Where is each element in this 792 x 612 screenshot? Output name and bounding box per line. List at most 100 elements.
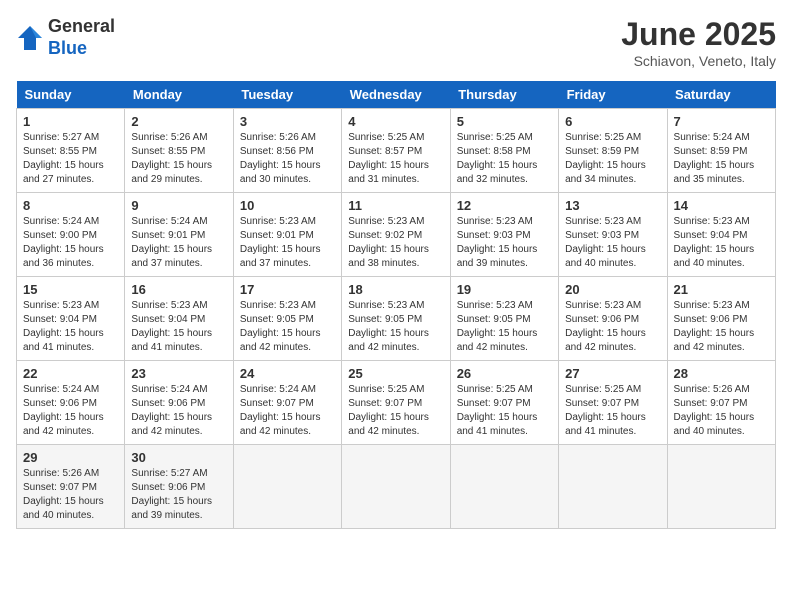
day-number: 28 bbox=[674, 366, 769, 381]
header-saturday: Saturday bbox=[667, 81, 775, 109]
day-info: Sunrise: 5:25 AMSunset: 9:07 PMDaylight:… bbox=[565, 383, 660, 439]
table-row: 24 Sunrise: 5:24 AMSunset: 9:07 PMDayligh… bbox=[233, 361, 341, 445]
table-row: 10 Sunrise: 5:23 AMSunset: 9:01 PMDayligh… bbox=[233, 193, 341, 277]
header-friday: Friday bbox=[559, 81, 667, 109]
day-number: 9 bbox=[131, 198, 226, 213]
table-row: 6 Sunrise: 5:25 AMSunset: 8:59 PMDaylight… bbox=[559, 109, 667, 193]
day-number: 22 bbox=[23, 366, 118, 381]
day-info: Sunrise: 5:24 AMSunset: 9:07 PMDaylight:… bbox=[240, 383, 335, 439]
day-info: Sunrise: 5:23 AMSunset: 9:03 PMDaylight:… bbox=[457, 215, 552, 271]
day-info: Sunrise: 5:23 AMSunset: 9:03 PMDaylight:… bbox=[565, 215, 660, 271]
calendar-week-row: 1 Sunrise: 5:27 AMSunset: 8:55 PMDaylight… bbox=[17, 109, 776, 193]
day-info: Sunrise: 5:23 AMSunset: 9:05 PMDaylight:… bbox=[348, 299, 443, 355]
logo: General Blue bbox=[16, 16, 115, 59]
day-info: Sunrise: 5:23 AMSunset: 9:02 PMDaylight:… bbox=[348, 215, 443, 271]
page-header: General Blue June 2025 Schiavon, Veneto,… bbox=[16, 16, 776, 69]
table-row: 27 Sunrise: 5:25 AMSunset: 9:07 PMDayligh… bbox=[559, 361, 667, 445]
day-number: 2 bbox=[131, 114, 226, 129]
header-monday: Monday bbox=[125, 81, 233, 109]
day-number: 14 bbox=[674, 198, 769, 213]
day-info: Sunrise: 5:26 AMSunset: 8:56 PMDaylight:… bbox=[240, 131, 335, 187]
table-row: 21 Sunrise: 5:23 AMSunset: 9:06 PMDayligh… bbox=[667, 277, 775, 361]
table-row bbox=[667, 445, 775, 529]
table-row bbox=[342, 445, 450, 529]
table-row: 5Sunrise: 5:25 AMSunset: 8:58 PMDaylight… bbox=[450, 109, 558, 193]
header-sunday: Sunday bbox=[17, 81, 125, 109]
calendar-title: June 2025 bbox=[621, 16, 776, 53]
header-tuesday: Tuesday bbox=[233, 81, 341, 109]
day-number: 3 bbox=[240, 114, 335, 129]
day-info: Sunrise: 5:27 AMSunset: 8:55 PMDaylight:… bbox=[23, 131, 118, 187]
day-info: Sunrise: 5:25 AMSunset: 8:57 PMDaylight:… bbox=[348, 131, 443, 187]
day-info: Sunrise: 5:23 AMSunset: 9:04 PMDaylight:… bbox=[23, 299, 118, 355]
table-row: 17Sunrise: 5:23 AMSunset: 9:05 PMDayligh… bbox=[233, 277, 341, 361]
header-thursday: Thursday bbox=[450, 81, 558, 109]
title-block: June 2025 Schiavon, Veneto, Italy bbox=[621, 16, 776, 69]
calendar-week-row: 29 Sunrise: 5:26 AMSunset: 9:07 PMDayligh… bbox=[17, 445, 776, 529]
table-row: 22 Sunrise: 5:24 AMSunset: 9:06 PMDayligh… bbox=[17, 361, 125, 445]
day-number: 26 bbox=[457, 366, 552, 381]
day-info: Sunrise: 5:23 AMSunset: 9:06 PMDaylight:… bbox=[565, 299, 660, 355]
day-info: Sunrise: 5:25 AMSunset: 8:59 PMDaylight:… bbox=[565, 131, 660, 187]
day-info: Sunrise: 5:25 AMSunset: 9:07 PMDaylight:… bbox=[348, 383, 443, 439]
table-row bbox=[233, 445, 341, 529]
table-row: 15 Sunrise: 5:23 AMSunset: 9:04 PMDayligh… bbox=[17, 277, 125, 361]
day-number: 1 bbox=[23, 114, 118, 129]
table-row: 25 Sunrise: 5:25 AMSunset: 9:07 PMDayligh… bbox=[342, 361, 450, 445]
day-number: 27 bbox=[565, 366, 660, 381]
day-number: 24 bbox=[240, 366, 335, 381]
table-row: 23 Sunrise: 5:24 AMSunset: 9:06 PMDayligh… bbox=[125, 361, 233, 445]
day-number: 11 bbox=[348, 198, 443, 213]
header-wednesday: Wednesday bbox=[342, 81, 450, 109]
table-row: 8Sunrise: 5:24 AMSunset: 9:00 PMDaylight… bbox=[17, 193, 125, 277]
day-number: 19 bbox=[457, 282, 552, 297]
table-row bbox=[450, 445, 558, 529]
day-number: 20 bbox=[565, 282, 660, 297]
calendar-week-row: 15 Sunrise: 5:23 AMSunset: 9:04 PMDayligh… bbox=[17, 277, 776, 361]
day-number: 30 bbox=[131, 450, 226, 465]
table-row: 4 Sunrise: 5:25 AMSunset: 8:57 PMDaylight… bbox=[342, 109, 450, 193]
day-number: 18 bbox=[348, 282, 443, 297]
table-row: 9Sunrise: 5:24 AMSunset: 9:01 PMDaylight… bbox=[125, 193, 233, 277]
calendar-week-row: 22 Sunrise: 5:24 AMSunset: 9:06 PMDayligh… bbox=[17, 361, 776, 445]
day-info: Sunrise: 5:26 AMSunset: 9:07 PMDaylight:… bbox=[23, 467, 118, 523]
table-row: 18 Sunrise: 5:23 AMSunset: 9:05 PMDayligh… bbox=[342, 277, 450, 361]
day-number: 4 bbox=[348, 114, 443, 129]
day-info: Sunrise: 5:25 AMSunset: 8:58 PMDaylight:… bbox=[457, 131, 552, 187]
day-number: 25 bbox=[348, 366, 443, 381]
day-info: Sunrise: 5:24 AMSunset: 9:06 PMDaylight:… bbox=[23, 383, 118, 439]
day-info: Sunrise: 5:24 AMSunset: 8:59 PMDaylight:… bbox=[674, 131, 769, 187]
day-info: Sunrise: 5:23 AMSunset: 9:06 PMDaylight:… bbox=[674, 299, 769, 355]
table-row: 3 Sunrise: 5:26 AMSunset: 8:56 PMDaylight… bbox=[233, 109, 341, 193]
day-info: Sunrise: 5:23 AMSunset: 9:05 PMDaylight:… bbox=[457, 299, 552, 355]
table-row: 28 Sunrise: 5:26 AMSunset: 9:07 PMDayligh… bbox=[667, 361, 775, 445]
day-info: Sunrise: 5:25 AMSunset: 9:07 PMDaylight:… bbox=[457, 383, 552, 439]
day-number: 15 bbox=[23, 282, 118, 297]
logo-blue-text: Blue bbox=[48, 38, 115, 60]
day-number: 6 bbox=[565, 114, 660, 129]
day-info: Sunrise: 5:27 AMSunset: 9:06 PMDaylight:… bbox=[131, 467, 226, 523]
table-row: 20 Sunrise: 5:23 AMSunset: 9:06 PMDayligh… bbox=[559, 277, 667, 361]
table-row: 30 Sunrise: 5:27 AMSunset: 9:06 PMDayligh… bbox=[125, 445, 233, 529]
day-info: Sunrise: 5:23 AMSunset: 9:04 PMDaylight:… bbox=[674, 215, 769, 271]
table-row: 11 Sunrise: 5:23 AMSunset: 9:02 PMDayligh… bbox=[342, 193, 450, 277]
table-row bbox=[559, 445, 667, 529]
day-number: 8 bbox=[23, 198, 118, 213]
day-number: 12 bbox=[457, 198, 552, 213]
day-info: Sunrise: 5:26 AMSunset: 9:07 PMDaylight:… bbox=[674, 383, 769, 439]
day-number: 13 bbox=[565, 198, 660, 213]
day-number: 21 bbox=[674, 282, 769, 297]
day-number: 10 bbox=[240, 198, 335, 213]
day-number: 16 bbox=[131, 282, 226, 297]
day-number: 23 bbox=[131, 366, 226, 381]
day-info: Sunrise: 5:24 AMSunset: 9:06 PMDaylight:… bbox=[131, 383, 226, 439]
table-row: 19 Sunrise: 5:23 AMSunset: 9:05 PMDayligh… bbox=[450, 277, 558, 361]
day-info: Sunrise: 5:23 AMSunset: 9:05 PMDaylight:… bbox=[240, 299, 335, 355]
day-info: Sunrise: 5:26 AMSunset: 8:55 PMDaylight:… bbox=[131, 131, 226, 187]
table-row: 14 Sunrise: 5:23 AMSunset: 9:04 PMDayligh… bbox=[667, 193, 775, 277]
logo-general-text: General bbox=[48, 16, 115, 38]
calendar-header-row: Sunday Monday Tuesday Wednesday Thursday… bbox=[17, 81, 776, 109]
day-number: 29 bbox=[23, 450, 118, 465]
table-row: 13 Sunrise: 5:23 AMSunset: 9:03 PMDayligh… bbox=[559, 193, 667, 277]
day-info: Sunrise: 5:23 AMSunset: 9:01 PMDaylight:… bbox=[240, 215, 335, 271]
